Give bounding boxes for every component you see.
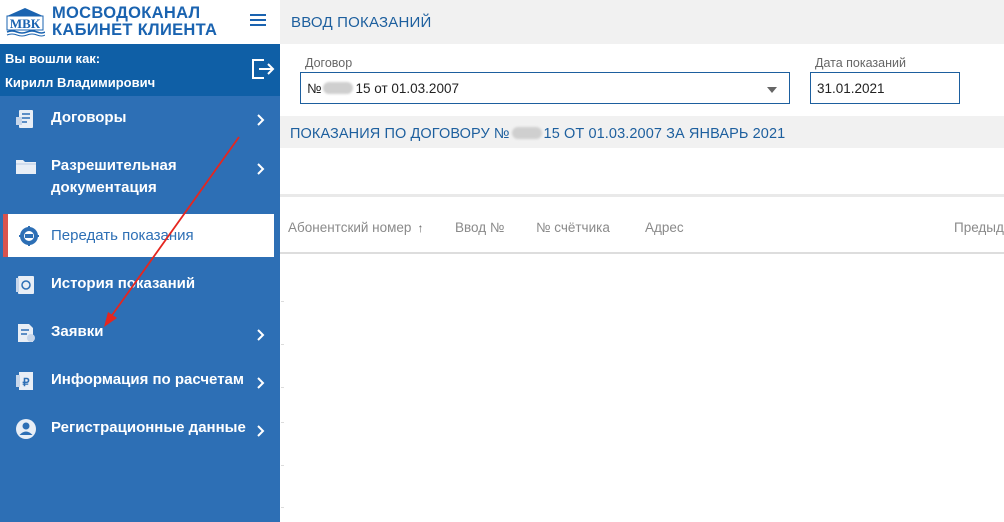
- column-header-input-number[interactable]: Ввод №: [455, 220, 504, 235]
- chevron-right-icon: [256, 328, 266, 342]
- user-name: Кирилл Владимирович: [5, 75, 156, 90]
- page-title: ВВОД ПОКАЗАНИЙ: [291, 14, 432, 31]
- table-header-divider: [280, 252, 1004, 254]
- sidebar-item-label: Разрешительная документация: [51, 155, 177, 199]
- sidebar-item-contracts[interactable]: Договоры: [0, 96, 280, 142]
- column-header-label: Абонентский номер: [288, 220, 412, 235]
- brand-name-line2: КАБИНЕТ КЛИЕНТА: [52, 21, 218, 39]
- logout-icon[interactable]: [250, 57, 276, 81]
- sidebar-item-requests[interactable]: Заявки: [0, 310, 280, 356]
- dropdown-arrow-icon[interactable]: [767, 87, 777, 93]
- sidebar-item-label: Информация по расчетам: [51, 371, 244, 388]
- history-icon: [15, 274, 37, 296]
- hamburger-menu-icon[interactable]: [248, 12, 268, 30]
- date-input[interactable]: 31.01.2021: [810, 72, 960, 104]
- meter-icon: [18, 225, 40, 247]
- sidebar: МВК МОСВОДОКАНАЛ КАБИНЕТ КЛИЕНТА Вы вошл…: [0, 0, 280, 522]
- contract-suffix: 15 от 01.03.2007: [355, 81, 459, 96]
- readings-section-header: ПОКАЗАНИЯ ПО ДОГОВОРУ № 15 ОТ 01.03.2007 …: [280, 116, 1004, 148]
- page-header: ВВОД ПОКАЗАНИЙ: [280, 0, 1004, 44]
- logged-in-label: Вы вошли как:: [5, 51, 101, 66]
- row-marker: [281, 387, 284, 388]
- svg-text:МВК: МВК: [10, 16, 41, 31]
- brand-header: МВК МОСВОДОКАНАЛ КАБИНЕТ КЛИЕНТА: [0, 0, 280, 44]
- redacted-number: [511, 127, 542, 139]
- row-marker: [281, 465, 284, 466]
- redacted-number: [323, 82, 354, 94]
- user-icon: [15, 418, 37, 440]
- sort-ascending-icon[interactable]: ↑: [417, 221, 423, 235]
- sidebar-item-history[interactable]: История показаний: [0, 262, 280, 308]
- brand-name-line1: МОСВОДОКАНАЛ: [52, 4, 201, 22]
- column-header-address[interactable]: Адрес: [645, 220, 684, 235]
- chevron-right-icon: [256, 113, 266, 127]
- contract-label: Договор: [305, 56, 353, 70]
- section-title: ПОКАЗАНИЯ ПО ДОГОВОРУ № 15 ОТ 01.03.2007 …: [290, 126, 785, 142]
- chevron-right-icon: [256, 376, 266, 390]
- mosvodokanal-logo[interactable]: МВК: [5, 6, 46, 38]
- chevron-right-icon: [256, 424, 266, 438]
- contract-prefix: №: [307, 81, 322, 96]
- sidebar-item-label: Регистрационные данные: [51, 419, 246, 436]
- sidebar-item-label-line2: документация: [51, 179, 157, 196]
- svg-text:₽: ₽: [23, 377, 30, 389]
- date-label: Дата показаний: [815, 56, 906, 70]
- section-title-prefix: ПОКАЗАНИЯ ПО ДОГОВОРУ №: [290, 126, 510, 142]
- row-marker: [281, 507, 284, 508]
- row-marker: [281, 301, 284, 302]
- sidebar-item-label-line1: Разрешительная: [51, 157, 177, 174]
- sidebar-item-label: Заявки: [51, 323, 104, 340]
- folder-icon: [15, 155, 37, 177]
- sidebar-item-billing-info[interactable]: ₽ Информация по расчетам: [0, 358, 280, 404]
- contract-select[interactable]: № 15 от 01.03.2007: [300, 72, 790, 104]
- column-header-account-number[interactable]: Абонентский номер ↑: [288, 220, 423, 235]
- contract-value: № 15 от 01.03.2007: [307, 81, 459, 96]
- column-header-previous[interactable]: Предыд: [954, 220, 1004, 235]
- date-value: 31.01.2021: [817, 81, 885, 96]
- brand-name: МОСВОДОКАНАЛ КАБИНЕТ КЛИЕНТА: [52, 5, 217, 39]
- sidebar-item-label: Передать показания: [51, 227, 194, 244]
- sidebar-item-submit-readings[interactable]: Передать показания: [3, 214, 274, 257]
- user-info: Вы вошли как: Кирилл Владимирович: [0, 44, 280, 96]
- sidebar-item-label: История показаний: [51, 275, 196, 292]
- sidebar-item-registration[interactable]: Регистрационные данные: [0, 406, 280, 452]
- sidebar-item-label: Договоры: [51, 109, 127, 126]
- chevron-right-icon: [256, 162, 266, 176]
- section-title-suffix: 15 ОТ 01.03.2007 ЗА ЯНВАРЬ 2021: [543, 126, 786, 142]
- section-divider: [280, 194, 1004, 197]
- contracts-icon: [15, 108, 37, 130]
- row-marker: [281, 422, 284, 423]
- column-header-meter-number[interactable]: № счётчика: [536, 220, 610, 235]
- sidebar-item-permits[interactable]: Разрешительная документация: [0, 142, 280, 210]
- billing-icon: ₽: [15, 370, 37, 392]
- requests-icon: [15, 322, 37, 344]
- row-marker: [281, 344, 284, 345]
